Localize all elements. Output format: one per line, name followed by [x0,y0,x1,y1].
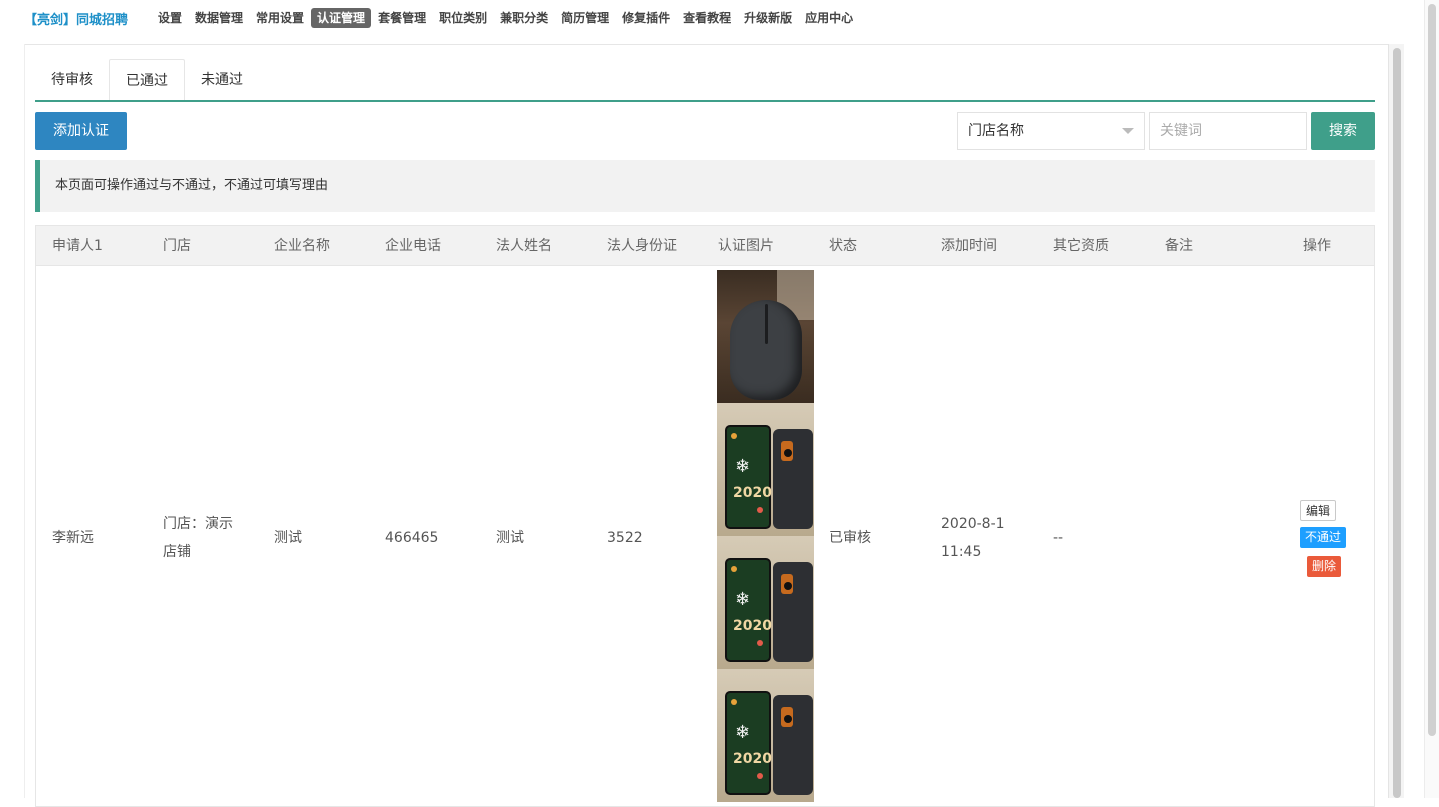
chevron-down-icon [1122,128,1134,134]
col-applicant: 申请人1 [52,238,103,254]
nav-item-job-category[interactable]: 职位类别 [433,8,493,28]
page-scrollbar[interactable] [1424,0,1439,798]
cell-company: 测试 [274,530,302,546]
cell-add-time-clock: 11:45 [941,544,982,560]
nav-menu: 设置 数据管理 常用设置 认证管理 套餐管理 职位类别 兼职分类 简历管理 修复… [152,8,860,28]
cell-add-time-date: 2020-8-1 [941,516,1005,532]
decoration-dot [731,699,737,705]
page-scrollbar-thumb[interactable] [1428,4,1436,736]
phone-back [773,429,813,529]
col-actions: 操作 [1303,238,1331,254]
nav-item-tutorial[interactable]: 查看教程 [677,8,737,28]
tab-rejected[interactable]: 未通过 [185,59,259,101]
content-frame-left-border [24,44,25,798]
search-field-select[interactable]: 门店名称 [957,112,1145,150]
col-legal-id: 法人身份证 [607,238,677,254]
snowflake-icon: ❄ [735,589,751,610]
nav-item-parttime-category[interactable]: 兼职分类 [494,8,554,28]
cert-image-2[interactable]: ❄ 2020 [717,403,814,536]
camera-lens [784,582,792,590]
brand-title[interactable]: 【亮剑】同城招聘 [24,9,128,28]
phone-front: ❄ 2020 [725,691,772,795]
camera-lens [784,449,792,457]
tab-underline [35,100,1375,102]
nav-item-app-center[interactable]: 应用中心 [799,8,859,28]
phone-wallpaper-digits: 2020 [733,618,772,634]
notice-banner: 本页面可操作通过与不通过，不通过可填写理由 [35,160,1375,212]
cell-legal-name: 测试 [496,530,524,546]
nav-item-settings[interactable]: 设置 [152,8,188,28]
cell-other-qualification: -- [1053,530,1064,546]
col-store: 门店 [163,238,191,254]
nav-item-data-manage[interactable]: 数据管理 [189,8,249,28]
inner-scrollbar-thumb[interactable] [1393,48,1401,798]
tab-approved[interactable]: 已通过 [109,59,185,102]
phone-front: ❄ 2020 [725,558,772,662]
col-other-qualification: 其它资质 [1053,238,1109,254]
delete-button[interactable]: 删除 [1307,556,1341,577]
search-field-select-value: 门店名称 [968,123,1024,139]
camera-lens [784,715,792,723]
col-company: 企业名称 [274,238,330,254]
phone-front: ❄ 2020 [725,425,772,529]
cert-image-4[interactable]: ❄ 2020 [717,669,814,802]
status-tabs: 待审核 已通过 未通过 [35,59,259,102]
col-add-time: 添加时间 [941,238,997,254]
col-legal-name: 法人姓名 [496,238,552,254]
cell-phone: 466465 [385,530,439,546]
col-remark: 备注 [1165,238,1193,254]
cell-store: 门店：演示 店铺 [163,510,233,566]
phone-wallpaper-digits: 2020 [733,751,772,767]
table-header: 申请人1 门店 企业名称 企业电话 法人姓名 法人身份证 认证图片 状态 添加时… [36,226,1374,266]
cell-store-line1: 门店：演示 [163,516,233,532]
col-cert-image: 认证图片 [718,238,774,254]
snowflake-icon: ❄ [735,456,751,477]
snowflake-icon: ❄ [735,722,751,743]
col-phone: 企业电话 [385,238,441,254]
phone-back [773,562,813,662]
cell-legal-id: 3522 [607,530,643,546]
cell-status: 已审核 [829,530,871,546]
decoration-dot [731,433,737,439]
top-nav: 【亮剑】同城招聘 设置 数据管理 常用设置 认证管理 套餐管理 职位类别 兼职分… [0,0,1439,36]
content-frame-top-border [24,44,1396,45]
cell-store-line2: 店铺 [163,544,191,560]
cell-applicant: 李新远 [52,530,94,546]
mouse-groove [765,304,768,344]
edit-button[interactable]: 编辑 [1300,500,1336,521]
nav-item-resume[interactable]: 简历管理 [555,8,615,28]
decoration-dot [731,566,737,572]
col-status: 状态 [829,238,857,254]
cert-image-1[interactable] [717,270,814,403]
certification-table: 申请人1 门店 企业名称 企业电话 法人姓名 法人身份证 认证图片 状态 添加时… [35,225,1375,807]
table-row: 李新远 门店：演示 店铺 测试 466465 测试 3522 ❄ 2020 ❄ … [36,266,1374,806]
decoration-dot [757,640,763,646]
cert-image-3[interactable]: ❄ 2020 [717,536,814,669]
phone-wallpaper-digits: 2020 [733,485,772,501]
decoration-dot [757,773,763,779]
add-certification-button[interactable]: 添加认证 [35,112,127,150]
inner-scrollbar[interactable] [1388,44,1404,798]
phone-back [773,695,813,795]
nav-item-repair-plugin[interactable]: 修复插件 [616,8,676,28]
nav-item-common-settings[interactable]: 常用设置 [250,8,310,28]
tab-pending[interactable]: 待审核 [35,59,109,101]
reject-button[interactable]: 不通过 [1300,527,1346,548]
cell-cert-images: ❄ 2020 ❄ 2020 ❄ 2020 [717,270,814,802]
nav-item-package[interactable]: 套餐管理 [372,8,432,28]
search-button[interactable]: 搜索 [1311,112,1375,150]
nav-item-upgrade[interactable]: 升级新版 [738,8,798,28]
cell-add-time: 2020-8-1 11:45 [941,510,1005,566]
decoration-dot [757,507,763,513]
keyword-input[interactable] [1149,112,1307,150]
nav-item-certification[interactable]: 认证管理 [311,8,372,28]
